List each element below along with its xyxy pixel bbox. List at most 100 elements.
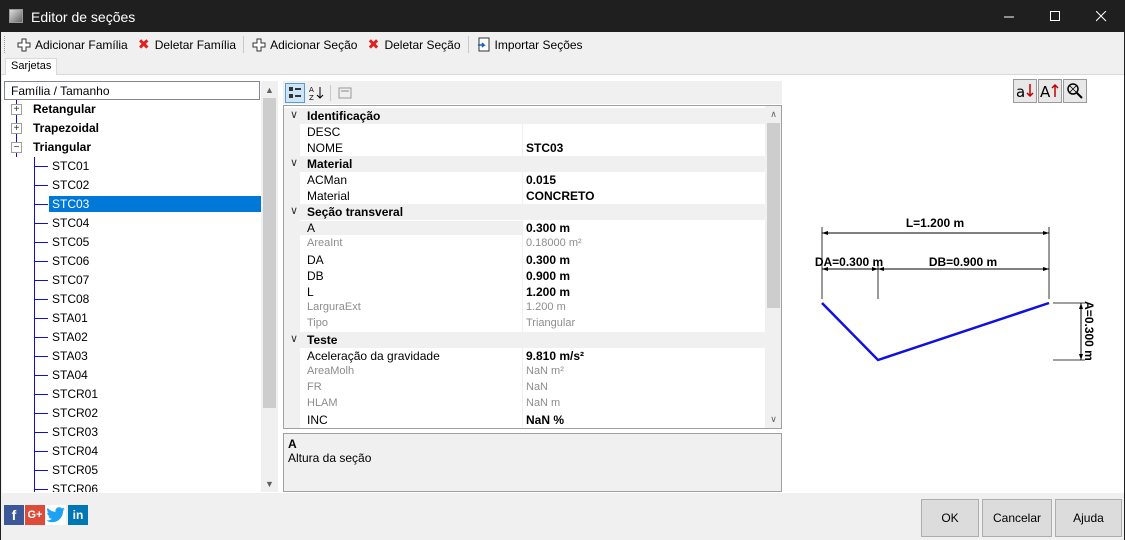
chevron-down-icon[interactable]: ∨	[290, 332, 298, 345]
window-title: Editor de seções	[31, 9, 136, 25]
facebook-icon[interactable]: f	[4, 505, 24, 525]
bottom-bar: f G+ in OK Cancelar Ajuda	[1, 493, 1124, 540]
property-row-fr[interactable]: FR NaN	[284, 380, 765, 396]
category-secao[interactable]: ∨ Seção transveral	[284, 204, 765, 220]
property-row-gravidade[interactable]: Aceleração da gravidade 9.810 m/s²	[284, 348, 765, 364]
tree-item[interactable]: STC06	[4, 252, 261, 271]
property-row-areaint[interactable]: AreaInt 0.18000 m²	[284, 236, 765, 252]
property-grid-scrollbar[interactable]: ∧ ∨	[765, 106, 781, 428]
add-family-button[interactable]: Adicionar Família	[13, 34, 131, 55]
delete-section-button[interactable]: ✖ Deletar Seção	[362, 34, 463, 55]
tree-item[interactable]: STCR06	[4, 480, 261, 492]
property-scroll-thumb[interactable]	[767, 123, 780, 308]
import-icon	[476, 37, 492, 53]
expand-icon[interactable]: +	[11, 123, 22, 134]
property-row-material[interactable]: Material CONCRETO	[284, 188, 765, 204]
property-value[interactable]: 0.300 m	[526, 253, 570, 267]
collapse-icon[interactable]: −	[11, 142, 22, 153]
property-value[interactable]: NaN %	[526, 413, 564, 427]
chevron-down-icon[interactable]: ∨	[290, 108, 298, 121]
tree-item[interactable]: STC07	[4, 271, 261, 290]
add-family-label: Adicionar Família	[35, 37, 128, 52]
tree-item[interactable]: STA02	[4, 328, 261, 347]
maximize-button[interactable]	[1032, 1, 1078, 32]
import-sections-button[interactable]: Importar Seções	[473, 34, 586, 55]
toolbar-grip[interactable]	[4, 36, 7, 53]
categorized-view-icon[interactable]	[285, 83, 305, 103]
property-row-nome[interactable]: NOME STC03	[284, 140, 765, 156]
add-section-button[interactable]: Adicionar Seção	[248, 34, 360, 55]
twitter-icon[interactable]	[46, 505, 66, 525]
category-teste[interactable]: ∨ Teste	[284, 332, 765, 348]
category-material[interactable]: ∨ Material	[284, 156, 765, 172]
property-row-a[interactable]: A 0.300 m	[284, 220, 765, 236]
tree-item[interactable]: STC01	[4, 157, 261, 176]
property-row-db[interactable]: DB 0.900 m	[284, 268, 765, 284]
tree-scrollbar[interactable]: ▲ ▼	[261, 81, 278, 492]
property-row-da[interactable]: DA 0.300 m	[284, 252, 765, 268]
delete-family-button[interactable]: ✖ Deletar Família	[133, 34, 239, 55]
tree-item[interactable]: STC08	[4, 290, 261, 309]
tree-item[interactable]: STA04	[4, 366, 261, 385]
tree-item[interactable]: STCR05	[4, 461, 261, 480]
scroll-up-icon[interactable]: ∧	[765, 106, 781, 123]
chevron-down-icon[interactable]: ∨	[290, 204, 298, 217]
tree-item[interactable]: STA03	[4, 347, 261, 366]
tree-item[interactable]: STCR03	[4, 423, 261, 442]
property-row-hlam[interactable]: HLAM NaN m	[284, 396, 765, 412]
property-row-tipo[interactable]: Tipo Triangular	[284, 316, 765, 332]
property-grid[interactable]: ∨ Identificação DESC NOME STC03 ∨ Materia…	[283, 105, 782, 429]
property-pages-icon[interactable]	[335, 83, 355, 103]
scroll-down-icon[interactable]: ∨	[765, 411, 781, 428]
property-value[interactable]: 9.810 m/s²	[526, 349, 584, 363]
cancel-button[interactable]: Cancelar	[982, 499, 1052, 537]
tree-item[interactable]: STC05	[4, 233, 261, 252]
scroll-up-icon[interactable]: ▲	[261, 81, 278, 98]
property-value[interactable]: 0.300 m	[526, 221, 570, 235]
minimize-icon	[1003, 16, 1014, 18]
property-value[interactable]: 0.900 m	[526, 269, 570, 283]
close-button[interactable]	[1078, 1, 1124, 32]
tree-item[interactable]: STA01	[4, 309, 261, 328]
tree-item[interactable]: STC04	[4, 214, 261, 233]
property-value[interactable]: CONCRETO	[526, 189, 594, 203]
family-tree[interactable]: + Retangular + Trapezoidal − Triangular …	[4, 100, 261, 492]
property-value: NaN m	[526, 397, 561, 409]
tree-item-selected[interactable]: STC03	[4, 195, 261, 214]
property-row-inc[interactable]: INC NaN %	[284, 412, 765, 428]
section-drawing-panel: a A L=1.200 m DA=0.300 m DB=0.900 m A=0.…	[787, 77, 1123, 493]
googleplus-icon[interactable]: G+	[25, 505, 45, 525]
tree-item[interactable]: STC02	[4, 176, 261, 195]
tree-family-retangular[interactable]: + Retangular	[4, 100, 261, 119]
scroll-down-icon[interactable]: ▼	[261, 475, 278, 492]
property-value[interactable]: 1.200 m	[526, 285, 570, 299]
linkedin-icon[interactable]: in	[68, 505, 88, 525]
tab-sarjetas[interactable]: Sarjetas	[5, 58, 58, 76]
property-row-l[interactable]: L 1.200 m	[284, 284, 765, 300]
tree-scroll-thumb[interactable]	[263, 98, 276, 408]
tree-column-header[interactable]: Família / Tamanho	[4, 81, 260, 100]
chevron-down-icon[interactable]: ∨	[290, 156, 298, 169]
property-value[interactable]: STC03	[526, 141, 563, 155]
alphabetical-sort-icon[interactable]: AZ	[307, 83, 327, 103]
tab-strip: Sarjetas	[1, 57, 1124, 76]
ok-button[interactable]: OK	[921, 499, 979, 537]
tree-item-label: STC06	[52, 254, 90, 268]
property-name: AreaMolh	[307, 365, 355, 377]
tree-item-label: STA04	[52, 368, 88, 382]
help-button[interactable]: Ajuda	[1055, 499, 1122, 537]
property-row-areamolh[interactable]: AreaMolh NaN m²	[284, 364, 765, 380]
tree-family-trapezoidal[interactable]: + Trapezoidal	[4, 119, 261, 138]
tree-item[interactable]: STCR04	[4, 442, 261, 461]
minimize-button[interactable]	[986, 1, 1032, 32]
category-identificacao[interactable]: ∨ Identificação	[284, 108, 765, 124]
property-value[interactable]: 0.015	[526, 173, 556, 187]
property-row-desc[interactable]: DESC	[284, 124, 765, 140]
expand-icon[interactable]: +	[11, 104, 22, 115]
tree-family-triangular[interactable]: − Triangular	[4, 138, 261, 157]
property-row-acman[interactable]: ACMan 0.015	[284, 172, 765, 188]
property-row-largura[interactable]: LarguraExt 1.200 m	[284, 300, 765, 316]
property-name: Tipo	[307, 317, 328, 329]
tree-item[interactable]: STCR02	[4, 404, 261, 423]
tree-item[interactable]: STCR01	[4, 385, 261, 404]
